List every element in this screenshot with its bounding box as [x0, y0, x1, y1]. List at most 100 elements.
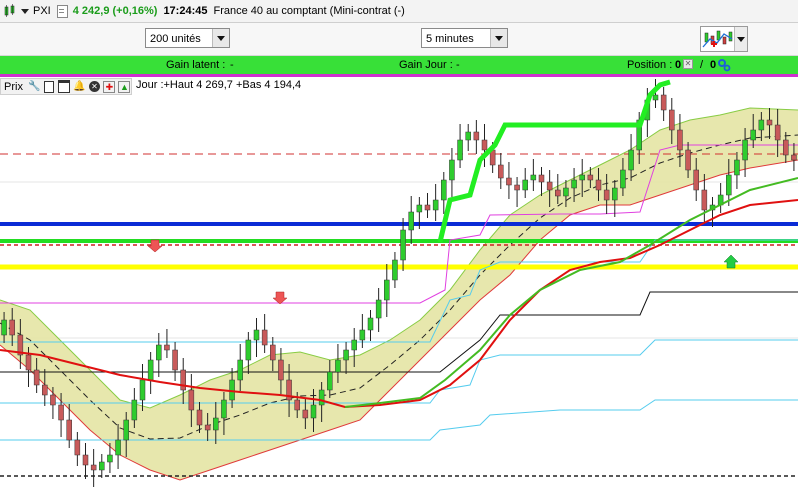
candle-body [172, 349, 178, 371]
candle-body [156, 344, 162, 361]
candle-body [245, 339, 252, 361]
candle-body [424, 204, 431, 211]
page-icon[interactable] [43, 80, 56, 93]
candle-body [302, 409, 309, 419]
candle-body [270, 344, 276, 361]
chevron-down-icon[interactable] [490, 29, 507, 47]
candle-body [123, 419, 129, 441]
candle-body [669, 109, 675, 131]
candle-body [481, 139, 488, 151]
candle-body [522, 179, 528, 191]
gain-latent-label: Gain latent : [166, 59, 226, 71]
candle-body [791, 154, 797, 161]
toolbar: 200 unités 5 minutes [0, 23, 798, 56]
price-chart[interactable] [0, 77, 798, 499]
sell-arrow-marker [272, 291, 288, 305]
gain-jour-value: - [456, 59, 460, 71]
candle-body [1, 319, 7, 336]
bell-icon[interactable]: 🔔 [73, 80, 86, 93]
candle-body [660, 94, 667, 111]
candle-body [506, 177, 512, 186]
candle-body [473, 131, 480, 141]
candle-body [774, 124, 781, 141]
candle-body [693, 169, 699, 191]
candle-body [42, 384, 48, 396]
position-value-2: 0 [710, 59, 717, 71]
title-bar: PXI 4 242,9 (+0,16%) 17:24:45 France 40 … [0, 0, 798, 23]
candle-body [734, 159, 740, 176]
close-icon[interactable]: ✕ [88, 80, 101, 93]
candle-body [33, 369, 40, 386]
candle-body [50, 394, 56, 406]
candle-body [449, 159, 455, 181]
candle-body [498, 164, 504, 179]
candle-body [432, 199, 439, 211]
gain-jour-label: Gain Jour : [399, 59, 453, 71]
position-separator: / [700, 59, 704, 71]
position-label: Position : [627, 59, 673, 71]
quantity-select[interactable]: 200 unités [145, 28, 230, 48]
candle-body [384, 279, 390, 301]
candle-body [783, 139, 789, 156]
candle-body [261, 329, 268, 346]
candle-body [685, 149, 691, 171]
window-icon[interactable] [58, 80, 71, 93]
prix-label[interactable]: Prix [1, 81, 26, 93]
candle-body [750, 129, 756, 141]
candle-body [416, 204, 423, 213]
candle-body [766, 119, 773, 126]
candle-body [457, 139, 463, 161]
candle-body [310, 404, 317, 419]
candle-body [74, 439, 81, 456]
interval-value: 5 minutes [426, 33, 474, 45]
symbol-dropdown-icon[interactable] [21, 8, 29, 14]
wrench-icon[interactable]: 🔧 [28, 80, 41, 93]
candle-body [204, 424, 211, 431]
candle-body [196, 409, 203, 426]
candle-body [9, 319, 15, 336]
close-position-icon[interactable]: ✕ [683, 59, 693, 69]
candle-body [441, 179, 447, 201]
price-icon [56, 4, 68, 18]
interval-select[interactable]: 5 minutes [421, 28, 508, 48]
candle-body [400, 229, 406, 261]
day-range-text: Jour :+Haut 4 269,7 +Bas 4 194,4 [136, 79, 302, 91]
candle-body [164, 344, 170, 351]
candle-body [595, 179, 602, 191]
candle-body [213, 417, 219, 431]
candle-body [90, 464, 97, 471]
symbol-label[interactable]: PXI [33, 5, 51, 17]
candle-body [538, 174, 545, 183]
candle-body [571, 179, 577, 189]
candle-body [188, 389, 195, 411]
candle-body [555, 189, 561, 197]
candle-body [758, 119, 765, 131]
up-arrow-icon[interactable]: ▲ [118, 80, 131, 93]
candle-body [392, 259, 398, 281]
candle-body [742, 139, 748, 161]
candle-body [563, 187, 569, 197]
order-icon[interactable]: ✚ [103, 80, 116, 93]
candle-body [367, 317, 374, 331]
candle-body [677, 129, 683, 151]
chevron-down-icon[interactable] [734, 27, 747, 51]
candle-body [66, 419, 72, 441]
instrument-name: France 40 au comptant (Mini-contrat (-) [213, 5, 405, 17]
candle-body [603, 189, 610, 201]
candle-body [546, 181, 553, 191]
indicators-button[interactable] [700, 26, 748, 52]
candle-body [465, 131, 471, 141]
candle-body [237, 359, 243, 381]
indicators-icon [702, 30, 733, 48]
candle-body [253, 329, 260, 341]
clock-time: 17:24:45 [163, 5, 208, 17]
chart-icon[interactable] [4, 4, 16, 18]
candle-body [58, 404, 64, 421]
gain-latent-value: - [230, 59, 234, 71]
candle-body [375, 299, 382, 319]
candle-body [221, 399, 227, 419]
candle-body [180, 369, 186, 391]
candle-body [139, 379, 146, 401]
candle-body [25, 354, 32, 371]
chevron-down-icon[interactable] [212, 29, 229, 47]
